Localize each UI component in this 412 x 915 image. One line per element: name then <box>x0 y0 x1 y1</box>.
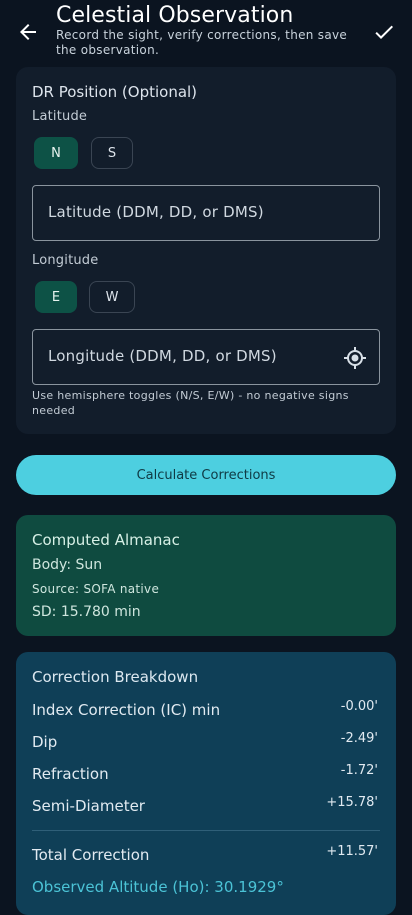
dip-label: Dip <box>32 733 58 751</box>
longitude-placeholder: Longitude (DDM, DD, or DMS) <box>48 347 277 365</box>
dip-value: -2.49' <box>340 731 378 746</box>
almanac-semi-diameter: SD: 15.780 min <box>32 604 141 620</box>
corrections-divider <box>32 830 380 831</box>
corrections-heading: Correction Breakdown <box>32 668 199 686</box>
longitude-west-toggle[interactable]: W <box>89 281 135 313</box>
dr-position-card: DR Position (Optional) Latitude N S Lati… <box>16 67 396 434</box>
page-subtitle: Record the sight, verify corrections, th… <box>56 28 348 57</box>
total-correction-label: Total Correction <box>32 846 150 864</box>
my-location-icon[interactable] <box>343 346 367 370</box>
latitude-label: Latitude <box>32 109 88 124</box>
correction-breakdown-card: Correction Breakdown Index Correction (I… <box>16 652 396 915</box>
almanac-body: Body: Sun <box>32 557 103 573</box>
latitude-south-toggle[interactable]: S <box>91 137 133 169</box>
semi-diameter-label: Semi-Diameter <box>32 797 145 815</box>
calculate-corrections-button[interactable]: Calculate Corrections <box>16 455 396 495</box>
refraction-value: -1.72' <box>340 763 378 778</box>
save-check-icon[interactable] <box>372 20 396 44</box>
latitude-input[interactable]: Latitude (DDM, DD, or DMS) <box>32 185 380 241</box>
dr-position-heading: DR Position (Optional) <box>32 83 198 101</box>
page-title: Celestial Observation <box>56 3 294 28</box>
observed-altitude: Observed Altitude (Ho): 30.1929° <box>32 878 284 896</box>
back-arrow-icon[interactable] <box>16 20 40 44</box>
almanac-heading: Computed Almanac <box>32 531 180 549</box>
almanac-source: Source: SOFA native <box>32 582 160 596</box>
longitude-input[interactable]: Longitude (DDM, DD, or DMS) <box>32 329 380 385</box>
latitude-north-toggle[interactable]: N <box>34 137 78 169</box>
top-app-bar: Celestial Observation Record the sight, … <box>0 0 412 64</box>
total-correction-value: +11.57' <box>326 844 378 859</box>
latitude-placeholder: Latitude (DDM, DD, or DMS) <box>48 203 264 221</box>
index-correction-label: Index Correction (IC) min <box>32 701 221 719</box>
index-correction-value: -0.00' <box>340 699 378 714</box>
semi-diameter-value: +15.78' <box>326 795 378 810</box>
refraction-label: Refraction <box>32 765 109 783</box>
computed-almanac-card: Computed Almanac Body: Sun Source: SOFA … <box>16 515 396 636</box>
hemisphere-helper-text: Use hemisphere toggles (N/S, E/W) - no n… <box>32 389 349 417</box>
longitude-label: Longitude <box>32 253 99 268</box>
longitude-east-toggle[interactable]: E <box>35 281 77 313</box>
